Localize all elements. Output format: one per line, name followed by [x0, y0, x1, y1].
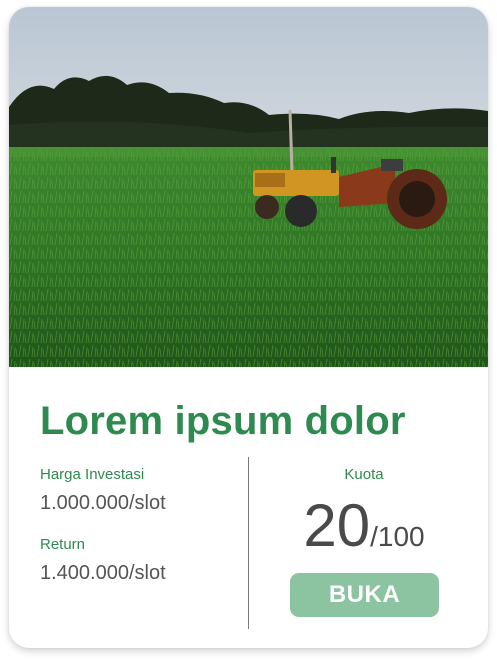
- quota-total: /100: [370, 521, 425, 552]
- investment-price-value: 1.000.000/slot: [40, 492, 166, 514]
- open-button[interactable]: BUKA: [290, 573, 439, 617]
- return-label: Return: [40, 536, 86, 553]
- card-title: Lorem ipsum dolor: [40, 399, 406, 443]
- quota-counter: 20/100: [249, 491, 479, 560]
- return-value: 1.400.000/slot: [40, 562, 166, 584]
- quota-filled: 20: [303, 492, 371, 559]
- investment-price-label: Harga Investasi: [40, 466, 145, 483]
- investment-card[interactable]: Lorem ipsum dolor Harga Investasi 1.000.…: [9, 7, 488, 648]
- quota-label: Kuota: [344, 466, 384, 483]
- tractor-field-image: [9, 7, 488, 367]
